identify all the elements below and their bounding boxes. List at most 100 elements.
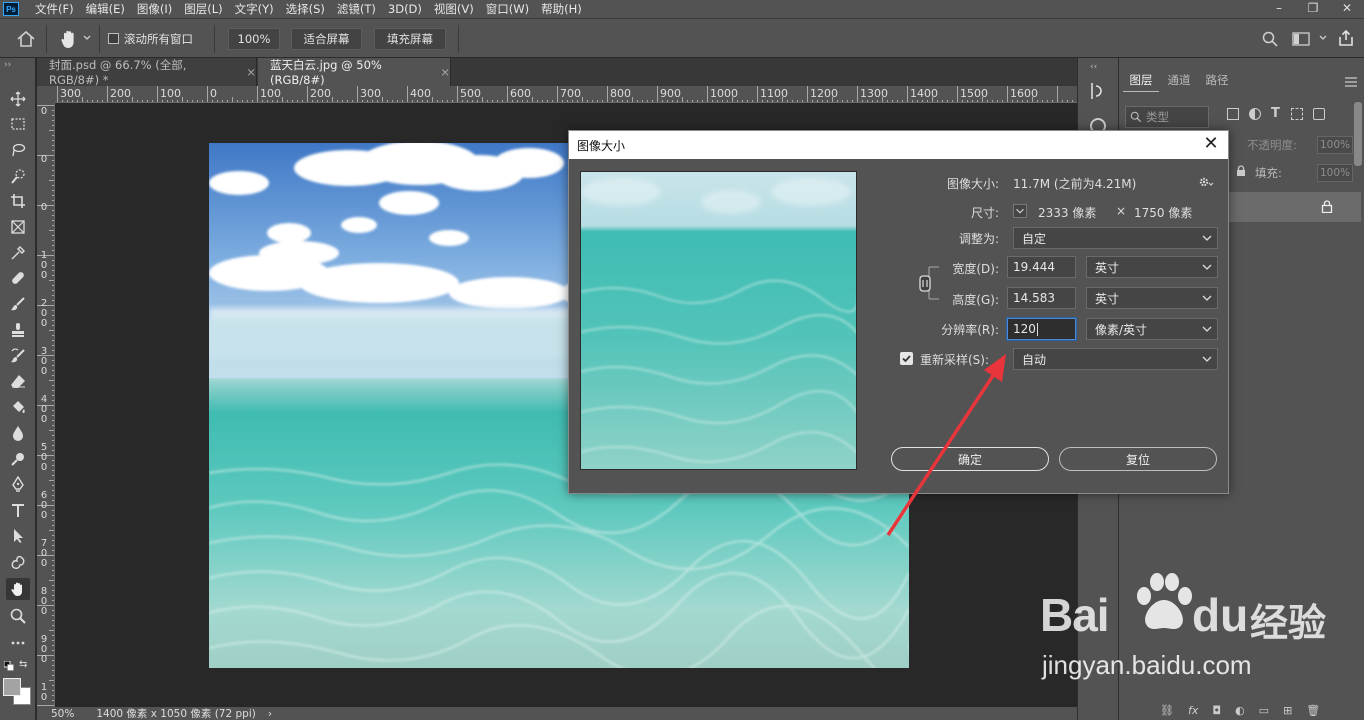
swap-colors-icon[interactable]: ⇆	[19, 659, 31, 671]
restore-button[interactable]: ❐	[1296, 0, 1330, 18]
more-tools-icon[interactable]	[6, 632, 30, 654]
width-input[interactable]: 19.444	[1007, 256, 1076, 278]
lock-icon[interactable]	[1235, 165, 1247, 177]
path-selection-tool-icon[interactable]	[6, 525, 30, 547]
status-zoom[interactable]: 50%	[51, 708, 74, 720]
chevron-down-icon[interactable]	[1318, 31, 1328, 45]
resolution-unit-select[interactable]: 像素/英寸	[1086, 318, 1218, 340]
height-unit-select[interactable]: 英寸	[1086, 287, 1218, 309]
menu-file[interactable]: 文件(F)	[29, 0, 80, 18]
dodge-tool-icon[interactable]	[6, 448, 30, 470]
height-input[interactable]: 14.583	[1007, 287, 1076, 309]
fill-screen-button[interactable]: 填充屏幕	[374, 28, 446, 50]
link-layers-icon[interactable]: ⛓	[1160, 704, 1174, 718]
layer-filter-kind-select[interactable]: 类型	[1125, 106, 1209, 128]
menu-layer[interactable]: 图层(L)	[178, 0, 228, 18]
filter-toggle-switch[interactable]	[1354, 102, 1362, 166]
width-unit-select[interactable]: 英寸	[1086, 256, 1218, 278]
collapse-toolbar-icon[interactable]: ››	[4, 60, 11, 70]
search-icon[interactable]	[1262, 31, 1278, 47]
close-window-button[interactable]: ✕	[1330, 0, 1364, 18]
close-dialog-icon[interactable]: ✕	[1202, 135, 1220, 153]
filter-smart-object-icon[interactable]	[1313, 108, 1325, 120]
menu-select[interactable]: 选择(S)	[280, 0, 331, 18]
default-colors-icon[interactable]	[3, 660, 14, 671]
dialog-title-bar[interactable]: 图像大小 ✕	[569, 131, 1228, 159]
eyedropper-tool-icon[interactable]	[6, 242, 30, 264]
fit-screen-button[interactable]: 适合屏幕	[291, 28, 362, 50]
zoom-tool-icon[interactable]	[6, 605, 30, 627]
type-tool-icon[interactable]	[6, 499, 30, 521]
hand-tool-preset-icon[interactable]	[58, 28, 80, 50]
opacity-input[interactable]: 100%	[1317, 136, 1353, 154]
healing-brush-tool-icon[interactable]	[6, 267, 30, 289]
workspace-icon[interactable]	[1292, 32, 1310, 46]
close-tab-icon[interactable]: ×	[440, 65, 450, 79]
blur-tool-icon[interactable]	[6, 422, 30, 444]
menu-image[interactable]: 图像(I)	[131, 0, 178, 18]
quick-selection-tool-icon[interactable]	[6, 165, 30, 187]
fill-input[interactable]: 100%	[1317, 164, 1353, 182]
chevron-down-icon[interactable]	[82, 32, 92, 44]
tab-blue-sky-jpg[interactable]: 蓝天白云.jpg @ 50%(RGB/8#) ×	[258, 58, 451, 87]
menu-filter[interactable]: 滤镜(T)	[331, 0, 382, 18]
eraser-tool-icon[interactable]	[6, 370, 30, 392]
adjustment-layer-icon[interactable]: ◐	[1235, 704, 1245, 718]
menu-type[interactable]: 文字(Y)	[229, 0, 280, 18]
menu-3d[interactable]: 3D(D)	[382, 0, 428, 18]
menu-window[interactable]: 窗口(W)	[480, 0, 535, 18]
menu-help[interactable]: 帮助(H)	[535, 0, 588, 18]
filter-adjustment-icon[interactable]	[1249, 108, 1261, 120]
group-icon[interactable]: ▭	[1259, 704, 1269, 718]
tab-cover-psd[interactable]: 封面.psd @ 66.7% (全部, RGB/8#) * ×	[37, 58, 257, 87]
filter-shape-icon[interactable]	[1291, 108, 1303, 120]
hand-tool-icon[interactable]	[6, 578, 30, 600]
paint-bucket-tool-icon[interactable]	[6, 396, 30, 418]
close-tab-icon[interactable]: ×	[246, 65, 256, 79]
menu-edit[interactable]: 编辑(E)	[80, 0, 131, 18]
delete-layer-icon[interactable]: 🗑	[1306, 704, 1320, 718]
new-layer-icon[interactable]: ⊞	[1283, 704, 1292, 718]
menu-view[interactable]: 视图(V)	[428, 0, 480, 18]
reset-button[interactable]: 复位	[1059, 447, 1217, 471]
filter-type-icon[interactable]: T	[1271, 106, 1280, 121]
panel-menu-icon[interactable]	[1345, 76, 1357, 87]
move-tool-icon[interactable]	[6, 88, 30, 110]
foreground-color-swatch[interactable]	[3, 678, 21, 696]
brush-tool-icon[interactable]	[6, 293, 30, 315]
ruler-origin[interactable]	[37, 86, 55, 103]
horizontal-ruler[interactable]: 300 200 100 0 100 200 300 400 500 600 700 800 900 100…	[55, 86, 1077, 103]
resolution-label: 分辨率(R):	[941, 323, 999, 337]
custom-shape-tool-icon[interactable]	[6, 551, 30, 573]
layer-lock-icon[interactable]	[1321, 200, 1333, 214]
status-menu-arrow[interactable]: ›	[268, 708, 272, 720]
history-panel-icon[interactable]	[1088, 80, 1108, 102]
gear-icon[interactable]	[1198, 175, 1214, 189]
minimize-button[interactable]: –	[1262, 0, 1296, 18]
tab-channels[interactable]: 通道	[1161, 68, 1197, 92]
ruler-label: 500	[40, 442, 48, 473]
crop-tool-icon[interactable]	[6, 190, 30, 212]
fit-to-select[interactable]: 自定	[1013, 227, 1218, 249]
tab-paths[interactable]: 路径	[1199, 68, 1235, 92]
resample-method-select[interactable]: 自动	[1013, 348, 1218, 370]
tab-layers[interactable]: 图层	[1123, 68, 1159, 92]
frame-tool-icon[interactable]	[6, 216, 30, 238]
lasso-tool-icon[interactable]	[6, 139, 30, 161]
dimensions-unit-dropdown[interactable]	[1013, 204, 1027, 218]
clone-stamp-tool-icon[interactable]	[6, 319, 30, 341]
fx-icon[interactable]: fx	[1188, 704, 1198, 718]
history-brush-tool-icon[interactable]	[6, 345, 30, 367]
image-preview[interactable]	[580, 171, 857, 470]
add-mask-icon[interactable]: ◘	[1212, 704, 1221, 718]
vertical-ruler[interactable]: 0 0 0 100 200 300 400 500 600 700 800 900 10	[37, 103, 55, 707]
pen-tool-icon[interactable]	[6, 473, 30, 495]
marquee-tool-icon[interactable]	[6, 113, 30, 135]
scroll-all-checkbox[interactable]	[108, 33, 119, 44]
share-icon[interactable]	[1337, 29, 1355, 47]
home-icon[interactable]	[16, 30, 36, 48]
filter-pixel-icon[interactable]	[1227, 108, 1239, 120]
zoom-100-button[interactable]: 100%	[228, 28, 280, 50]
collapse-panels-icon[interactable]: ‹‹	[1090, 62, 1097, 72]
resolution-input[interactable]: 120	[1007, 318, 1076, 340]
